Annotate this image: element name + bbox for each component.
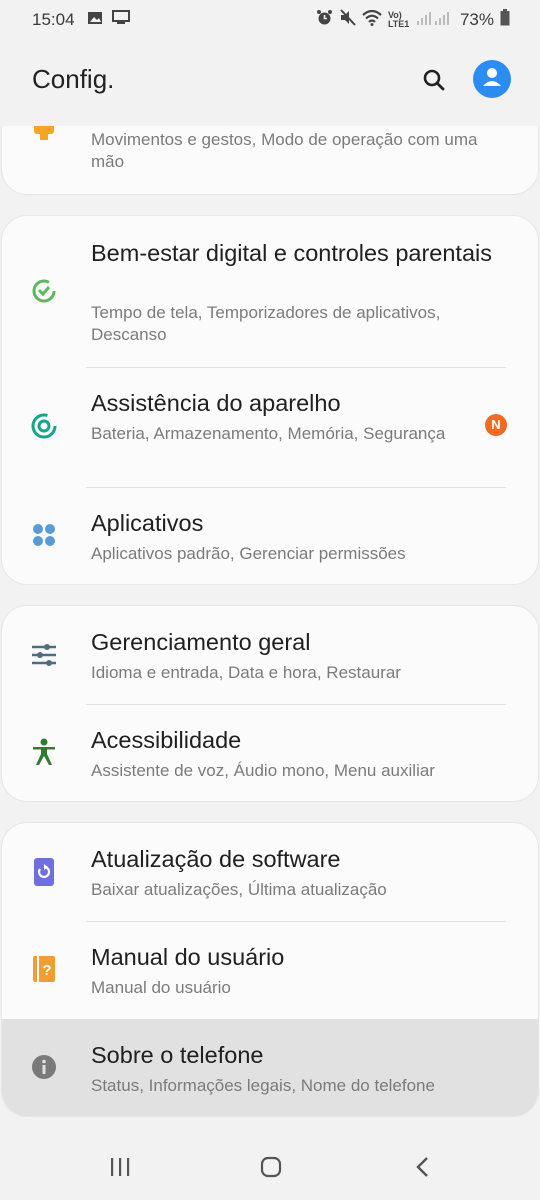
list-item-about-phone[interactable]: Sobre o telefone Status, Informações leg…	[2, 1019, 538, 1116]
item-subtitle: Aplicativos padrão, Gerenciar permissões	[91, 544, 406, 563]
system-card: Atualização de software Baixar atualizaç…	[1, 822, 539, 1117]
digital-wellbeing-icon	[30, 277, 58, 305]
item-subtitle: Status, Informações legais, Nome do tele…	[91, 1076, 435, 1095]
home-button[interactable]	[251, 1154, 291, 1184]
item-subtitle: Bateria, Armazenamento, Memória, Seguran…	[91, 424, 446, 443]
battery-percent: 73%	[459, 10, 494, 29]
alarm-icon	[316, 9, 333, 31]
search-button[interactable]	[416, 64, 452, 100]
accessibility-icon	[30, 738, 58, 766]
app-bar: Config.	[0, 52, 540, 112]
list-item-accessibility[interactable]: Acessibilidade Assistente de voz, Áudio …	[2, 705, 538, 801]
status-right-icons: Vo) LTE1 73%	[316, 9, 510, 31]
advanced-features-card[interactable]: Movimentos e gestos, Modo de operação co…	[1, 126, 539, 195]
svg-text:?: ?	[42, 962, 51, 979]
general-card: Gerenciamento geral Idioma e entrada, Da…	[1, 605, 539, 802]
sliders-icon	[30, 641, 58, 669]
item-title: Assistência do aparelho	[91, 390, 341, 416]
wellbeing-card: Bem-estar digital e controles parentais …	[1, 215, 539, 585]
account-button[interactable]	[473, 60, 511, 98]
battery-icon	[500, 9, 510, 31]
notification-badge: N	[485, 414, 507, 436]
user-manual-icon: ?	[30, 955, 58, 983]
list-item-general-management[interactable]: Gerenciamento geral Idioma e entrada, Da…	[2, 606, 538, 704]
back-button[interactable]	[403, 1154, 443, 1184]
item-subtitle: Tempo de tela, Temporizadores de aplicat…	[91, 303, 441, 344]
avatar-icon	[479, 64, 505, 95]
signal-icon	[416, 10, 450, 31]
info-icon	[30, 1053, 58, 1081]
item-title: Bem-estar digital e controles parentais	[91, 240, 493, 266]
mute-icon	[339, 9, 356, 31]
image-icon	[87, 10, 103, 30]
item-title: Sobre o telefone	[91, 1042, 264, 1068]
network-label: Vo) LTE1	[387, 10, 410, 29]
back-icon	[415, 1156, 431, 1183]
list-item-user-manual[interactable]: ? Manual do usuário Manual do usuário	[2, 922, 538, 1019]
list-item-apps[interactable]: Aplicativos Aplicativos padrão, Gerencia…	[2, 488, 538, 584]
advanced-features-subtitle: Movimentos e gestos, Modo de operação co…	[91, 130, 478, 171]
item-subtitle: Idioma e entrada, Data e hora, Restaurar	[91, 663, 401, 682]
item-subtitle: Manual do usuário	[91, 978, 231, 997]
status-bar: 15:04 Vo) LTE1 73%	[0, 0, 540, 40]
item-title: Aplicativos	[91, 510, 204, 536]
list-item-device-care[interactable]: Assistência do aparelho Bateria, Armazen…	[2, 368, 538, 487]
item-title: Acessibilidade	[91, 727, 242, 753]
gesture-icon	[30, 126, 58, 146]
item-title: Manual do usuário	[91, 944, 285, 970]
list-item-digital-wellbeing[interactable]: Bem-estar digital e controles parentais …	[2, 216, 538, 367]
recent-apps-icon	[109, 1157, 131, 1182]
status-left-icons	[87, 10, 131, 30]
item-title: Atualização de software	[91, 846, 341, 872]
item-subtitle: Assistente de voz, Áudio mono, Menu auxi…	[91, 761, 435, 780]
search-icon	[422, 68, 446, 97]
cast-icon	[111, 10, 131, 30]
software-update-icon	[30, 858, 58, 886]
apps-icon	[30, 521, 58, 549]
navigation-bar	[0, 1140, 540, 1200]
item-subtitle: Baixar atualizações, Última atualização	[91, 880, 387, 899]
item-title: Gerenciamento geral	[91, 629, 311, 655]
wifi-icon	[362, 9, 382, 31]
list-item-software-update[interactable]: Atualização de software Baixar atualizaç…	[2, 823, 538, 921]
page-title: Config.	[32, 64, 115, 94]
device-care-icon	[30, 412, 58, 440]
home-icon	[260, 1156, 282, 1183]
status-time: 15:04	[32, 10, 75, 29]
recent-apps-button[interactable]	[100, 1154, 140, 1184]
